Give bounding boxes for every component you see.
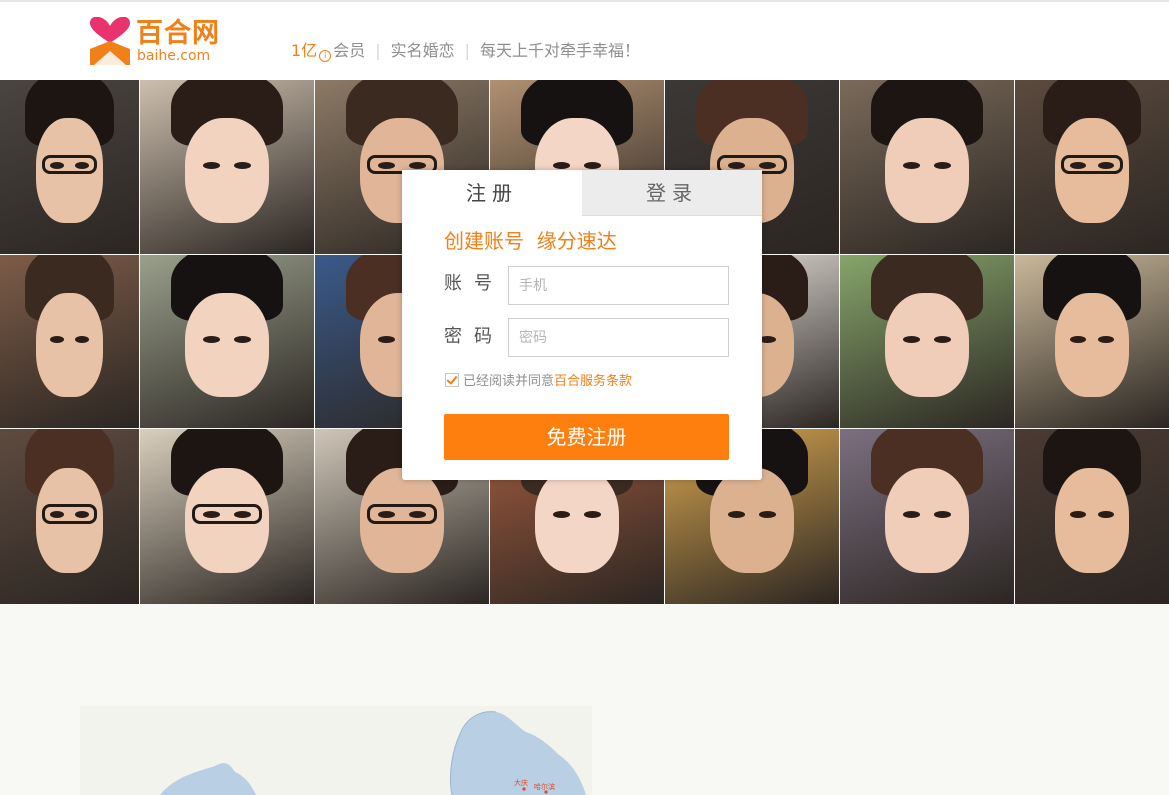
agree-text: 已经阅读并同意 xyxy=(463,374,555,389)
portrait-face xyxy=(535,467,619,573)
portrait-face xyxy=(885,118,969,223)
portrait-face xyxy=(1055,293,1129,397)
terms-link[interactable]: 百合服务条款 xyxy=(554,374,632,389)
logo-text-cn: 百合网 xyxy=(136,18,220,49)
account-label: 账号 xyxy=(444,273,504,294)
member-photo[interactable] xyxy=(1015,80,1169,254)
heart-logo-icon xyxy=(90,17,130,65)
map-region-west xyxy=(160,763,256,795)
site-header: 百合网 baihe.com 1亿 i 会员 | 实名婚恋 | 每天上千对牵手幸福！ xyxy=(0,2,1169,80)
panel-tabs: 注册 登录 xyxy=(402,170,762,216)
member-photo[interactable] xyxy=(140,429,314,604)
members-count: 1亿 xyxy=(291,41,318,60)
member-photo[interactable] xyxy=(840,255,1014,428)
portrait-glasses xyxy=(192,504,262,524)
agreement-row: 已经阅读并同意百合服务条款 xyxy=(445,373,632,391)
portrait-eye xyxy=(1098,336,1114,344)
portrait-face xyxy=(36,293,103,397)
slogan-divider: | xyxy=(375,41,381,60)
portrait-glasses xyxy=(41,154,98,174)
tab-login[interactable]: 登录 xyxy=(582,170,762,216)
member-photo[interactable] xyxy=(140,255,314,428)
portrait-face xyxy=(1055,467,1129,573)
member-photo[interactable] xyxy=(0,80,139,254)
portrait-face xyxy=(885,293,969,397)
portrait-eye xyxy=(583,161,602,169)
members-label: 会员 xyxy=(333,41,366,60)
portrait-glasses xyxy=(1061,154,1123,174)
city-map: 大庆 哈尔滨 xyxy=(80,706,592,795)
portrait-glasses xyxy=(41,504,98,524)
slogan-daily: 每天上千对牵手幸福！ xyxy=(480,41,641,60)
portrait-face xyxy=(185,293,269,397)
header-slogan: 1亿 i 会员 | 实名婚恋 | 每天上千对牵手幸福！ xyxy=(291,40,640,62)
account-input[interactable] xyxy=(508,266,729,305)
slogan-realname: 实名婚恋 xyxy=(390,41,455,60)
portrait-eye xyxy=(233,161,252,169)
info-icon[interactable]: i xyxy=(319,50,332,62)
map-graphic: 大庆 哈尔滨 xyxy=(160,711,586,795)
site-logo[interactable]: 百合网 baihe.com xyxy=(90,17,230,67)
member-photo[interactable] xyxy=(140,80,314,254)
portrait-eye xyxy=(1098,511,1114,519)
register-panel: 注册 登录 创建账号 缘分速达 账号 密码 已经阅读并同意百合服务条款 免费注册 xyxy=(402,170,762,480)
map-city-label-daqing: 大庆 xyxy=(514,778,528,787)
portrait-face xyxy=(710,467,794,573)
portrait-eye xyxy=(933,161,952,169)
member-photo[interactable] xyxy=(0,255,139,428)
portrait-eye xyxy=(202,161,221,169)
tab-register[interactable]: 注册 xyxy=(402,170,582,216)
portrait-face xyxy=(185,118,269,223)
free-register-button[interactable]: 免费注册 xyxy=(444,414,729,460)
member-photo[interactable] xyxy=(840,429,1014,604)
portrait-eye xyxy=(552,161,571,169)
portrait-face xyxy=(885,467,969,573)
portrait-glasses xyxy=(367,504,437,524)
member-photo[interactable] xyxy=(1015,255,1169,428)
password-label: 密码 xyxy=(444,326,504,347)
slogan-divider: | xyxy=(464,41,470,60)
map-city-label-harbin: 哈尔滨 xyxy=(534,782,555,791)
password-input[interactable] xyxy=(508,318,729,357)
form-title: 创建账号 缘分速达 xyxy=(444,229,617,253)
agree-checkbox[interactable] xyxy=(445,373,459,387)
member-photo[interactable] xyxy=(1015,429,1169,604)
map-city-dot xyxy=(544,790,548,794)
member-photo[interactable] xyxy=(0,429,139,604)
logo-text-en: baihe.com xyxy=(137,48,211,64)
member-photo[interactable] xyxy=(840,80,1014,254)
map-city-dot xyxy=(522,787,526,791)
portrait-eye xyxy=(902,161,921,169)
